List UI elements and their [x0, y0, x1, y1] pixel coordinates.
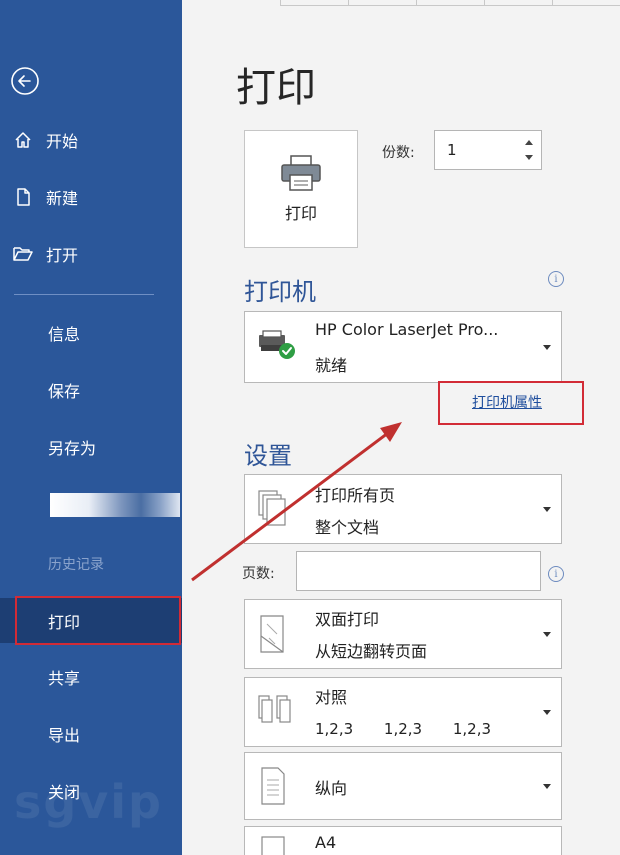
chevron-down-icon: [543, 632, 551, 637]
copies-stepper[interactable]: 1: [434, 130, 542, 170]
sidebar-item-label: 开始: [46, 132, 79, 151]
printer-icon: [281, 155, 321, 191]
blurred-menu-item: [50, 493, 180, 517]
sidebar-divider: [14, 294, 154, 295]
printer-ready-icon: [257, 327, 295, 367]
sidebar-item-share[interactable]: 共享: [0, 657, 182, 697]
collate-icon: [257, 692, 291, 732]
paper-size-dropdown[interactable]: A4: [244, 826, 562, 855]
printer-heading: 打印机: [244, 278, 316, 306]
paper-size-icon: [257, 833, 289, 855]
backstage-sidebar: 开始 新建 打开 信息 保存 另存为 历史记录 打印 共享 导出 关闭 sgvi…: [0, 0, 182, 855]
sidebar-item-label: 导出: [48, 726, 81, 745]
print-range-subtitle: 整个文档: [315, 518, 380, 537]
sidebar-item-label: 历史记录: [48, 557, 104, 573]
duplex-page-icon: [257, 614, 289, 654]
chevron-down-icon: [543, 710, 551, 715]
info-icon[interactable]: i: [548, 271, 564, 287]
collate-dropdown[interactable]: 对照 1,2,3 1,2,3 1,2,3: [244, 677, 562, 747]
sidebar-item-open[interactable]: 打开: [0, 234, 182, 274]
pages-input[interactable]: [296, 551, 541, 591]
print-highlight-box: [15, 596, 181, 645]
sidebar-item-label: 新建: [46, 189, 79, 208]
sidebar-item-save[interactable]: 保存: [0, 370, 182, 410]
printer-dropdown[interactable]: HP Color LaserJet Pro... 就绪: [244, 311, 562, 383]
printer-properties-highlight: [438, 381, 584, 425]
ruler-strip: [280, 0, 620, 6]
back-arrow-icon: [11, 67, 39, 95]
printer-status: 就绪: [315, 356, 348, 375]
sidebar-item-label: 另存为: [48, 439, 97, 458]
sidebar-item-label: 共享: [48, 669, 81, 688]
chevron-down-icon: [543, 507, 551, 512]
printer-name: HP Color LaserJet Pro...: [315, 320, 499, 339]
sidebar-item-label: 保存: [48, 382, 81, 401]
settings-heading: 设置: [244, 442, 292, 470]
print-range-title: 打印所有页: [315, 486, 396, 505]
home-icon: [12, 129, 34, 151]
sidebar-item-export[interactable]: 导出: [0, 714, 182, 754]
print-range-dropdown[interactable]: 打印所有页 整个文档: [244, 474, 562, 544]
spin-up-icon[interactable]: [525, 140, 533, 145]
page-title: 打印: [236, 65, 316, 111]
duplex-dropdown[interactable]: 双面打印 从短边翻转页面: [244, 599, 562, 669]
sidebar-item-save-as[interactable]: 另存为: [0, 427, 182, 467]
collate-order: 1,2,3 1,2,3 1,2,3: [315, 720, 492, 738]
chevron-down-icon: [543, 784, 551, 789]
print-button-label: 打印: [284, 204, 317, 223]
chevron-down-icon: [543, 345, 551, 350]
spin-down-icon[interactable]: [525, 155, 533, 160]
orientation-dropdown[interactable]: 纵向: [244, 752, 562, 820]
sidebar-item-label: 信息: [48, 325, 81, 344]
collate-title: 对照: [315, 688, 348, 707]
copies-label: 份数:: [382, 145, 415, 161]
sidebar-item-home[interactable]: 开始: [0, 120, 182, 160]
sidebar-item-history[interactable]: 历史记录: [0, 544, 182, 584]
duplex-subtitle: 从短边翻转页面: [315, 642, 428, 661]
watermark: sgvip: [14, 775, 163, 829]
print-button[interactable]: 打印: [244, 130, 358, 248]
sidebar-item-info[interactable]: 信息: [0, 313, 182, 353]
sidebar-item-label: 打开: [46, 246, 79, 265]
pages-label: 页数:: [242, 566, 275, 582]
info-icon[interactable]: i: [548, 566, 564, 582]
copies-value: 1: [447, 141, 457, 159]
back-button[interactable]: [10, 66, 40, 96]
paper-size-value: A4: [315, 833, 337, 852]
orientation-value: 纵向: [315, 779, 348, 798]
new-document-icon: [12, 186, 34, 208]
duplex-title: 双面打印: [315, 610, 380, 629]
portrait-page-icon: [257, 766, 289, 806]
folder-open-icon: [12, 243, 34, 265]
pages-stack-icon: [257, 489, 289, 529]
sidebar-item-new[interactable]: 新建: [0, 177, 182, 217]
